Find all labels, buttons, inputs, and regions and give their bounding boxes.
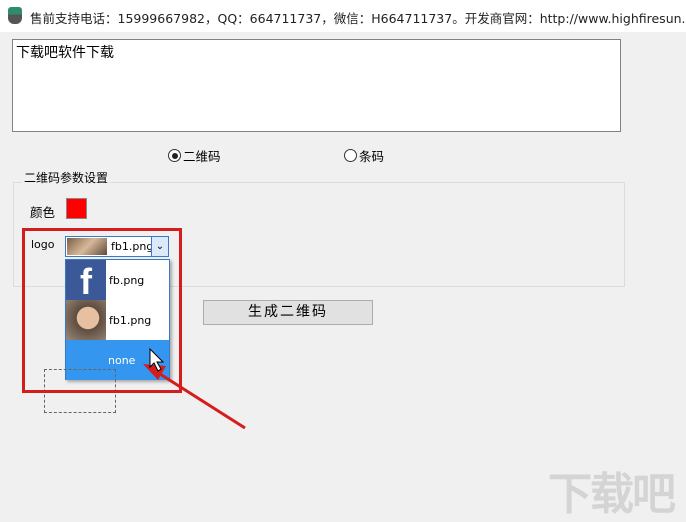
annotation-arrow [143,347,246,430]
watermark-logo: 下载吧 [548,469,676,520]
